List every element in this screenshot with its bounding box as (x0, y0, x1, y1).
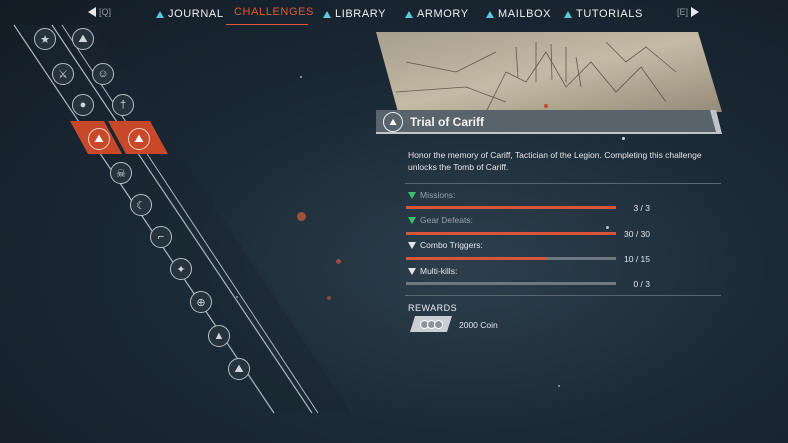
crosshair-icon[interactable]: ⊕ (190, 291, 212, 313)
rewards-heading: REWARDS (408, 303, 458, 313)
progress-bar-gear-defeats (406, 232, 616, 235)
challenge-title: Trial of Cariff (410, 115, 485, 129)
reward-label: 2000 Coin (459, 320, 498, 330)
person-icon[interactable]: ☺ (92, 63, 114, 85)
tree-icon[interactable]: ⛰ (72, 28, 94, 50)
progress-gear-defeats-label: Gear Defeats: (408, 215, 473, 225)
progress-gear-defeats-value: 30 / 30 (624, 229, 650, 239)
sword-icon[interactable]: † (112, 94, 134, 116)
progress-bar-combo-triggers (406, 257, 616, 260)
star-icon[interactable]: ✦ (170, 258, 192, 280)
selected-challenge-icon[interactable]: ⛰ (88, 128, 110, 150)
tree-icon[interactable]: ⛰ (128, 128, 150, 150)
progress-missions-label: Missions: (408, 190, 455, 200)
open-triangle-icon (408, 267, 416, 275)
moon-icon[interactable]: ☾ (130, 194, 152, 216)
crossed-swords-icon[interactable]: ⚔ (52, 63, 74, 85)
divider (405, 295, 721, 296)
progress-combo-triggers-label: Combo Triggers: (408, 240, 483, 250)
progress-missions-value: 3 / 3 (633, 203, 650, 213)
progress-fill (406, 257, 546, 260)
progress-multi-kills-value: 0 / 3 (633, 279, 650, 289)
open-triangle-icon (408, 241, 416, 249)
check-icon (408, 216, 416, 224)
mountains-icon[interactable]: ⛰ (228, 358, 250, 380)
star-medal-icon[interactable]: ★ (34, 28, 56, 50)
progress-multi-kills-label: Multi-kills: (408, 266, 457, 276)
check-icon (408, 191, 416, 199)
challenge-artwork (376, 32, 722, 112)
bomb-icon[interactable]: ● (72, 94, 94, 116)
progress-bar-multi-kills (406, 282, 616, 285)
gun-icon[interactable]: ⌐ (150, 226, 172, 248)
progress-fill (406, 206, 616, 209)
skull-icon[interactable]: ☠ (110, 162, 132, 184)
mountain-icon[interactable]: ▲ (208, 325, 230, 347)
coins-icon (410, 316, 452, 332)
challenge-description: Honor the memory of Cariff, Tactician of… (408, 150, 702, 172)
challenge-title-icon: ⛰ (383, 112, 403, 132)
progress-fill (406, 232, 616, 235)
divider (405, 183, 721, 184)
progress-bar-missions (406, 206, 616, 209)
progress-combo-triggers-value: 10 / 15 (624, 254, 650, 264)
